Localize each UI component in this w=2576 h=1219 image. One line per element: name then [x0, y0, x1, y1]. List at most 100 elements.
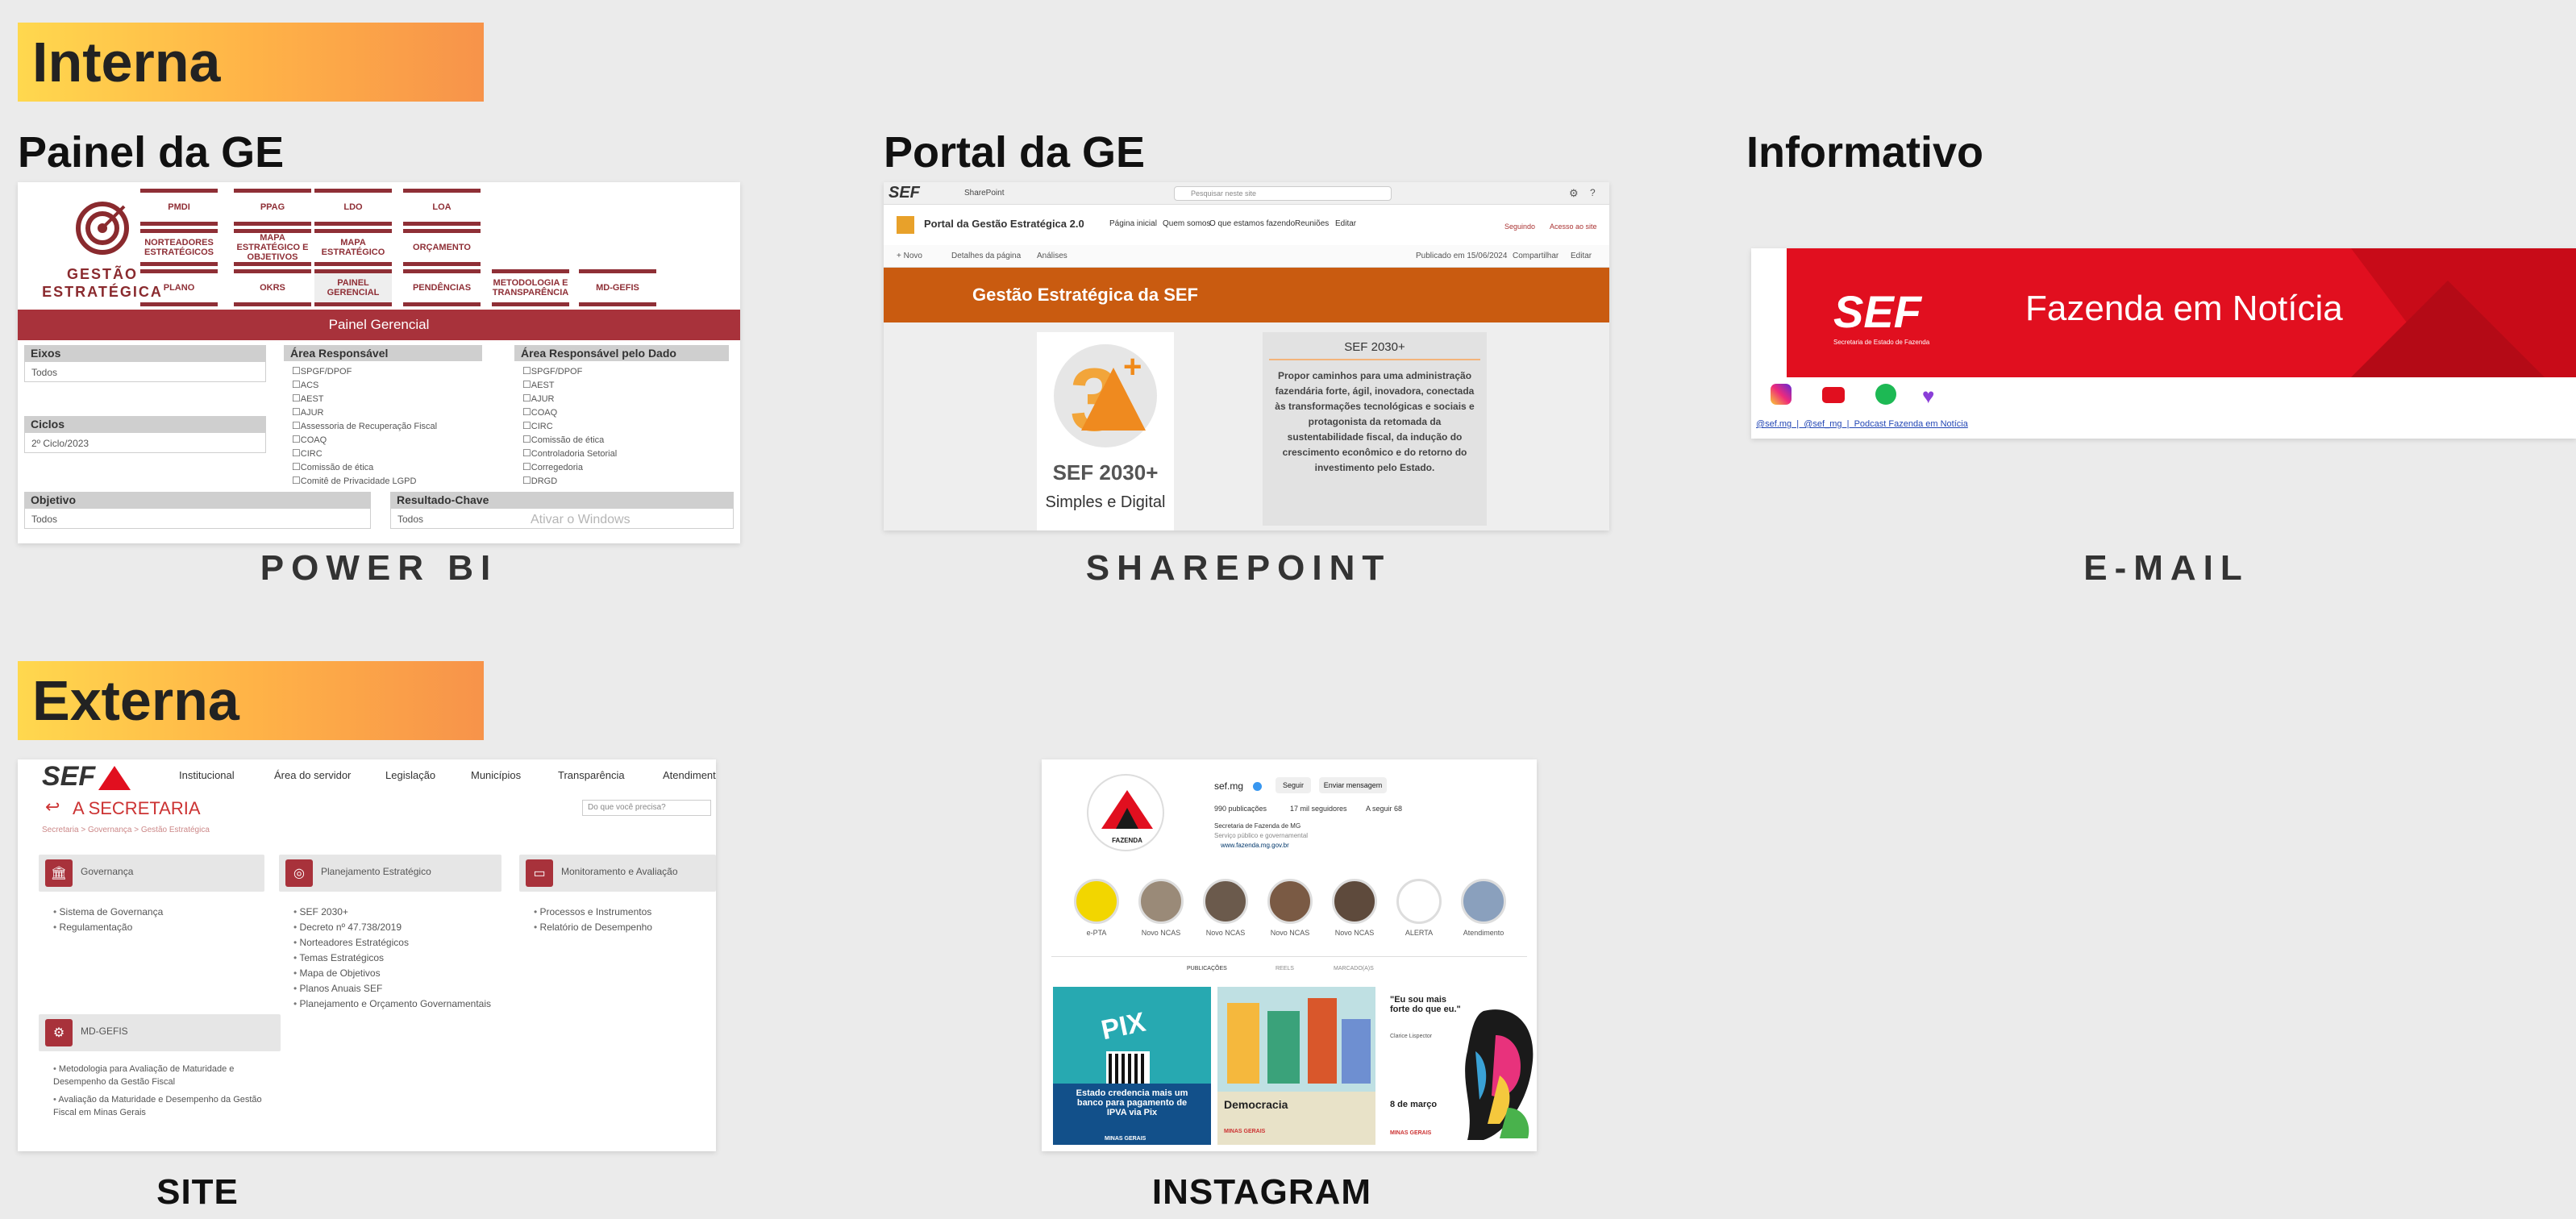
list-item[interactable]: Processos e Instrumentos	[534, 905, 652, 920]
pbi-button-ppag[interactable]: PPAG	[234, 189, 311, 226]
list-item[interactable]: AJUR	[292, 406, 482, 419]
sp-cmd-analytics[interactable]: Análises	[1037, 252, 1067, 260]
site-breadcrumb[interactable]: Secretaria > Governança > Gestão Estraté…	[42, 826, 210, 834]
list-item[interactable]: AJUR	[522, 392, 729, 406]
filter-list[interactable]: SPGF/DPOF AEST AJUR COAQ CIRC Comissão d…	[514, 364, 729, 488]
ig-post-8-marco[interactable]: "Eu sou mais forte do que eu." Clarice L…	[1382, 987, 1537, 1145]
list-item[interactable]: Avaliação da Maturidade e Desempenho da …	[53, 1093, 271, 1119]
list-item[interactable]: Assessoria de Recuperação Fiscal	[292, 419, 482, 433]
sp-search-input[interactable]: Pesquisar neste site	[1174, 186, 1392, 201]
list-item[interactable]: SPGF/DPOF	[522, 364, 729, 378]
pbi-button-metodologia[interactable]: METODOLOGIA E TRANSPARÊNCIA	[492, 269, 569, 306]
pbi-button-mapa-objetivos[interactable]: MAPA ESTRATÉGICO E OBJETIVOS	[234, 229, 311, 266]
list-item[interactable]: Comissão de ética	[522, 433, 729, 447]
pbi-button-pendencias[interactable]: PENDÊNCIAS	[403, 269, 481, 306]
sp-cmd-new[interactable]: + Novo	[897, 252, 922, 260]
podcast-icon[interactable]: ♥	[1922, 384, 1934, 409]
instagram-icon[interactable]	[1771, 384, 1792, 405]
ig-story-highlight[interactable]	[1396, 879, 1442, 924]
filter-select[interactable]: Todos	[24, 361, 266, 382]
site-menu-item[interactable]: Legislação	[385, 769, 435, 781]
back-arrow-icon[interactable]: ↩	[45, 797, 60, 818]
pbi-button-mapa[interactable]: MAPA ESTRATÉGICO	[314, 229, 392, 266]
site-box-planejamento[interactable]: ◎ Planejamento Estratégico	[279, 855, 501, 892]
site-menu-item[interactable]: Área do servidor	[274, 769, 351, 781]
pbi-button-plano[interactable]: PLANO	[140, 269, 218, 306]
sharepoint-screenshot[interactable]: SEF SharePoint Pesquisar neste site ⚙ ? …	[884, 182, 1609, 530]
pbi-button-mdgefis[interactable]: MD-GEFIS	[579, 269, 656, 306]
list-item[interactable]: Regulamentação	[53, 920, 163, 935]
site-box-mdgefis[interactable]: ⚙ MD-GEFIS	[39, 1014, 281, 1051]
sp-nav-item[interactable]: Editar	[1335, 219, 1356, 228]
ig-stat[interactable]: 17 mil seguidores	[1290, 805, 1347, 813]
list-item[interactable]: Sistema de Governança	[53, 905, 164, 920]
youtube-icon[interactable]	[1822, 387, 1845, 403]
ig-story-highlight[interactable]	[1267, 879, 1313, 924]
ig-message-button[interactable]: Enviar mensagem	[1319, 777, 1387, 793]
sp-follow[interactable]: Seguindo	[1504, 223, 1535, 231]
pbi-button-okrs[interactable]: OKRS	[234, 269, 311, 306]
sp-nav-item[interactable]: Página inicial	[1109, 219, 1157, 228]
powerbi-screenshot[interactable]: GESTÃO ESTRATÉGICA PMDI PPAG LDO LOA NOR…	[18, 182, 740, 543]
filter-list[interactable]: SPGF/DPOF ACS AEST AJUR Assessoria de Re…	[284, 364, 482, 488]
list-item[interactable]: Temas Estratégicos	[293, 951, 491, 966]
ig-story-highlight[interactable]	[1461, 879, 1506, 924]
list-item[interactable]: Decreto nº 47.738/2019	[293, 920, 491, 935]
list-item[interactable]: Relatório de Desempenho	[534, 920, 652, 935]
site-menu-item[interactable]: Institucional	[179, 769, 235, 781]
site-box-governanca[interactable]: 🏛 Governança	[39, 855, 264, 892]
list-item[interactable]: Controladoria Setorial	[522, 447, 729, 460]
list-item[interactable]: CIRC	[522, 419, 729, 433]
instagram-screenshot[interactable]: FAZENDA sef.mg Seguir Enviar mensagem 99…	[1042, 759, 1537, 1151]
ig-stat[interactable]: A seguir 68	[1366, 805, 1402, 813]
list-item[interactable]: SPGF/DPOF	[292, 364, 482, 378]
sef2030-tile[interactable]: 3 + SEF 2030+ Simples e Digital	[1037, 332, 1174, 530]
list-item[interactable]: COAQ	[292, 433, 482, 447]
filter-area-dado[interactable]: Área Responsável pelo Dado SPGF/DPOF AES…	[514, 345, 729, 488]
help-icon[interactable]: ?	[1590, 187, 1596, 198]
pbi-button-pmdi[interactable]: PMDI	[140, 189, 218, 226]
email-social-links[interactable]: @sef.mg | @sef_mg | Podcast Fazenda em N…	[1756, 419, 1968, 429]
list-item[interactable]: Mapa de Objetivos	[293, 966, 491, 981]
sp-cmd-details[interactable]: Detalhes da página	[951, 252, 1021, 260]
filter-eixos[interactable]: Eixos Todos	[24, 345, 266, 382]
ig-story-highlight[interactable]	[1332, 879, 1377, 924]
filter-select[interactable]: Todos	[24, 508, 371, 529]
list-item[interactable]: AEST	[522, 378, 729, 392]
pbi-button-ldo[interactable]: LDO	[314, 189, 392, 226]
site-box-monitoramento[interactable]: ▭ Monitoramento e Avaliação	[519, 855, 716, 892]
list-item[interactable]: CIRC	[292, 447, 482, 460]
ig-tab-publicacoes[interactable]: PUBLICAÇÕES	[1187, 966, 1227, 971]
gear-icon[interactable]: ⚙	[1569, 187, 1579, 200]
filter-area[interactable]: Área Responsável SPGF/DPOF ACS AEST AJUR…	[284, 345, 482, 488]
spotify-icon[interactable]	[1875, 384, 1896, 405]
ig-tab-reels[interactable]: REELS	[1276, 966, 1294, 971]
pbi-button-norteadores[interactable]: NORTEADORES ESTRATÉGICOS	[140, 229, 218, 266]
filter-objetivo[interactable]: Objetivo Todos	[24, 492, 371, 529]
sp-nav-item[interactable]: Reuniões	[1295, 219, 1329, 228]
list-item[interactable]: COAQ	[522, 406, 729, 419]
list-item[interactable]: Corregedoria	[522, 460, 729, 474]
list-item[interactable]: Comissão de ética	[292, 460, 482, 474]
pbi-button-orcamento[interactable]: ORÇAMENTO	[403, 229, 481, 266]
pbi-button-painel-gerencial[interactable]: PAINEL GERENCIAL	[314, 269, 392, 306]
filter-select[interactable]: 2º Ciclo/2023	[24, 432, 266, 453]
email-screenshot[interactable]: SEF Secretaria de Estado de Fazenda Faze…	[1751, 248, 2576, 439]
list-item[interactable]: DRGD	[522, 474, 729, 488]
pbi-button-loa[interactable]: LOA	[403, 189, 481, 226]
list-item[interactable]: Norteadores Estratégicos	[293, 935, 491, 951]
sp-nav-item[interactable]: Quem somos	[1163, 219, 1210, 228]
sp-nav-item[interactable]: O que estamos fazendo	[1209, 219, 1295, 228]
ig-story-highlight[interactable]	[1074, 879, 1119, 924]
list-item[interactable]: Metodologia para Avaliação de Maturidade…	[53, 1063, 271, 1088]
ig-post-democracia[interactable]: Democracia MINAS GERAIS	[1217, 987, 1375, 1145]
ig-bio-link[interactable]: www.fazenda.mg.gov.br	[1221, 842, 1289, 849]
list-item[interactable]: SEF 2030+	[293, 905, 491, 920]
sp-cmd-share[interactable]: Compartilhar	[1513, 252, 1559, 260]
ig-story-highlight[interactable]	[1203, 879, 1248, 924]
ig-post-pix[interactable]: PIX Estado credencia mais um banco para …	[1053, 987, 1211, 1145]
ig-profile-picture[interactable]: FAZENDA	[1087, 774, 1164, 851]
site-screenshot[interactable]: SEF Institucional Área do servidor Legis…	[18, 759, 716, 1151]
list-item[interactable]: Planejamento e Orçamento Governamentais	[293, 996, 491, 1012]
list-item[interactable]: ACS	[292, 378, 482, 392]
